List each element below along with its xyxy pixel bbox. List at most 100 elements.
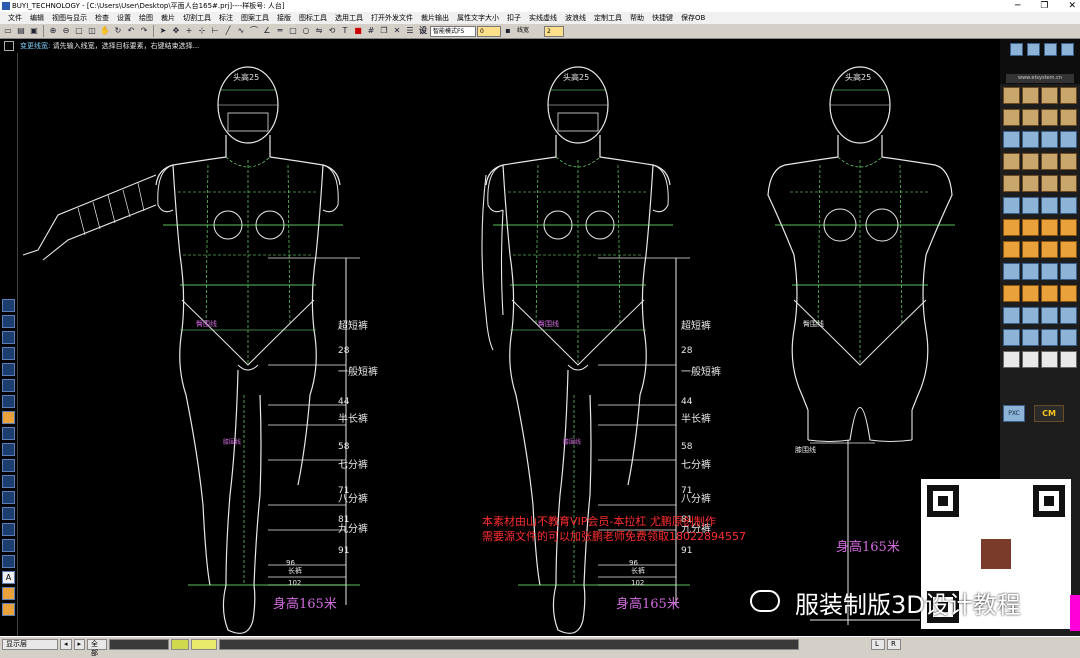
coin-icon[interactable] (1060, 153, 1077, 170)
rectangle-icon[interactable]: □ (287, 25, 299, 37)
seam-a-icon[interactable] (1003, 329, 1020, 346)
redraw-icon[interactable]: ↻ (112, 25, 124, 37)
settings-label[interactable]: 设 (417, 25, 429, 37)
menu-item[interactable]: 打开外发文件 (367, 12, 417, 24)
shape-c-icon[interactable] (1041, 241, 1058, 258)
glove-icon[interactable] (1041, 175, 1058, 192)
close-button[interactable]: ✕ (1068, 0, 1076, 12)
layer-slot-3[interactable] (191, 639, 218, 650)
menu-item[interactable]: 波浪线 (561, 12, 590, 24)
select-icon[interactable] (2, 299, 15, 312)
apparel-icon[interactable] (1041, 153, 1058, 170)
cross-x-icon[interactable] (1060, 263, 1077, 280)
pattern-grid-icon[interactable] (1003, 197, 1020, 214)
mark-c-icon[interactable] (1041, 285, 1058, 302)
layer-slot-1[interactable] (109, 639, 170, 650)
delete-icon[interactable]: ✕ (391, 25, 403, 37)
value-field[interactable]: 0 (477, 25, 501, 37)
seam-c-icon[interactable] (1041, 329, 1058, 346)
undo-icon[interactable]: ↶ (125, 25, 137, 37)
bottle-icon[interactable] (1003, 175, 1020, 192)
curve-icon[interactable] (2, 315, 15, 328)
shape-icon[interactable] (2, 443, 15, 456)
hem-icon[interactable] (1022, 197, 1039, 214)
zoom-out-icon[interactable]: ⊖ (60, 25, 72, 37)
new-file-icon[interactable]: ▭ (2, 25, 14, 37)
scissors-icon[interactable] (1041, 87, 1058, 104)
mark-a-icon[interactable] (1003, 285, 1020, 302)
tool-a-icon[interactable] (1003, 307, 1020, 324)
flag-icon[interactable] (1027, 43, 1040, 56)
pencil-icon[interactable] (1022, 87, 1039, 104)
mark-d-icon[interactable] (1060, 285, 1077, 302)
curve-c-icon[interactable] (1041, 263, 1058, 280)
pattern-icon[interactable] (1044, 43, 1057, 56)
edit-d-icon[interactable] (1060, 351, 1077, 368)
menu-item[interactable]: 裁片输出 (417, 12, 453, 24)
zoom-in-icon[interactable]: ⊕ (47, 25, 59, 37)
copy-icon[interactable]: ❐ (378, 25, 390, 37)
arc-icon[interactable]: ⌒ (248, 25, 260, 37)
fill-icon[interactable] (2, 411, 15, 424)
parallel-icon[interactable]: ═ (274, 25, 286, 37)
grid-icon[interactable] (2, 555, 15, 568)
menu-item[interactable]: 绘图 (135, 12, 157, 24)
vertical-line-icon[interactable] (2, 347, 15, 360)
seam-b-icon[interactable] (1022, 329, 1039, 346)
scroll-right-button[interactable]: ▸ (73, 639, 86, 650)
menu-item[interactable]: 设置 (113, 12, 135, 24)
menu-item[interactable]: 扣子 (503, 12, 525, 24)
stack-icon[interactable] (2, 395, 15, 408)
tool-d-icon[interactable] (1060, 307, 1077, 324)
menu-item[interactable]: 切割工具 (179, 12, 215, 24)
menu-item[interactable]: 图标工具 (295, 12, 331, 24)
cm-unit-button[interactable]: CM (1034, 405, 1064, 422)
menu-item[interactable]: 标注 (215, 12, 237, 24)
menu-item[interactable]: 快捷键 (648, 12, 677, 24)
shear-icon[interactable] (1060, 131, 1077, 148)
circle-icon[interactable]: ○ (300, 25, 312, 37)
sleeve-icon[interactable] (1041, 109, 1058, 126)
menu-item[interactable]: 检查 (91, 12, 113, 24)
all-layers-button[interactable]: 全部 (87, 639, 108, 657)
line-icon[interactable]: ╱ (222, 25, 234, 37)
line-icon[interactable] (2, 331, 15, 344)
menu-item[interactable]: 保存OB (677, 12, 709, 24)
mirror-icon[interactable]: ⇋ (313, 25, 325, 37)
angle-icon[interactable]: ∠ (261, 25, 273, 37)
menu-item[interactable]: 接版 (273, 12, 295, 24)
seam-icon[interactable] (1060, 109, 1077, 126)
mark-b-icon[interactable] (1022, 285, 1039, 302)
menu-item[interactable]: 裁片 (157, 12, 179, 24)
select-arrow-icon[interactable]: ➤ (157, 25, 169, 37)
hand-icon[interactable] (2, 507, 15, 520)
move-icon[interactable]: ✥ (170, 25, 182, 37)
bracket-icon[interactable] (2, 363, 15, 376)
apply-icon[interactable]: ▪ (502, 25, 514, 37)
zip-icon[interactable] (1060, 219, 1077, 236)
pleat-icon[interactable] (1022, 109, 1039, 126)
square-icon[interactable] (2, 379, 15, 392)
drawing-canvas[interactable]: 头高25 头高25 头高25 臀围线 臀围线 臀围线 膝围线 膝围线 膝围线 身… (18, 53, 1000, 636)
menu-item[interactable]: 选用工具 (331, 12, 367, 24)
edit-b-icon[interactable] (1022, 351, 1039, 368)
shoe-icon[interactable] (1060, 175, 1077, 192)
left-button[interactable]: L (871, 639, 886, 650)
tool-c-icon[interactable] (1041, 307, 1058, 324)
rotate-icon[interactable]: ⟲ (326, 25, 338, 37)
pocket-icon[interactable] (1041, 131, 1058, 148)
minimize-button[interactable]: ─ (1015, 0, 1020, 12)
tool-b-icon[interactable] (1022, 307, 1039, 324)
open-icon[interactable] (1010, 43, 1023, 56)
menu-item[interactable]: 视图与显示 (48, 12, 91, 24)
mode-select[interactable]: 智能模式FS (430, 25, 476, 37)
edit-a-icon[interactable] (1003, 351, 1020, 368)
bodice-icon[interactable] (1003, 153, 1020, 170)
hat-icon[interactable] (1022, 175, 1039, 192)
shape-d-icon[interactable] (1060, 241, 1077, 258)
zoom-window-icon[interactable]: ◫ (86, 25, 98, 37)
tent-icon[interactable] (1060, 197, 1077, 214)
line-width-field[interactable]: 2 (544, 25, 564, 37)
text-icon[interactable]: A (2, 571, 15, 584)
chart-icon[interactable] (2, 491, 15, 504)
